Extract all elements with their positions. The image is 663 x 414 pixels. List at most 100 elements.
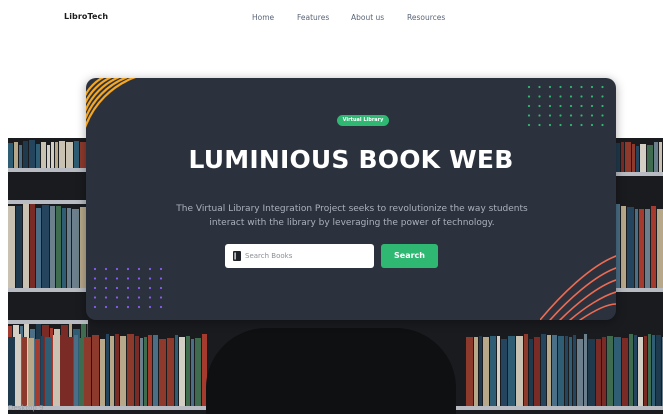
book-spine (647, 145, 653, 172)
decorative-dot (527, 85, 531, 89)
decorative-dot (137, 267, 141, 271)
book-spine (629, 334, 633, 406)
book-spine (92, 335, 99, 406)
book-spine (534, 337, 540, 406)
decorative-dot (548, 95, 552, 98)
book-spine (516, 336, 523, 406)
decorative-dot (93, 305, 97, 309)
decorative-dot (126, 267, 130, 271)
book-spine (42, 205, 49, 288)
decorative-dot (559, 104, 562, 108)
book-spine (127, 334, 134, 406)
decorative-dot (115, 305, 119, 309)
book-spine (607, 336, 613, 406)
book-spine (648, 334, 651, 406)
book-spine (558, 336, 564, 406)
brand-logo[interactable]: LibroTech (64, 12, 108, 21)
decorative-dot (559, 85, 562, 89)
decorative-dot (538, 104, 541, 108)
decorative-dot (548, 85, 552, 89)
book-spine (635, 209, 638, 288)
book-spine (639, 209, 644, 288)
book-spine (573, 335, 576, 406)
decorative-dot (115, 296, 119, 299)
nav-link-features[interactable]: Features (297, 13, 329, 22)
nav-link-home[interactable]: Home (252, 13, 274, 22)
book-spine (640, 144, 646, 172)
book-spine (577, 339, 583, 406)
book-spine (657, 209, 663, 288)
search-input[interactable] (245, 248, 367, 264)
book-spine (8, 337, 15, 406)
decorative-dot (148, 267, 152, 271)
decorative-dot (548, 114, 552, 117)
book-spine (56, 206, 61, 288)
book-spine (84, 337, 91, 406)
decorative-dot (580, 123, 583, 127)
decorative-dot (137, 296, 141, 299)
book-spine (622, 338, 628, 406)
book-spine (602, 337, 606, 406)
decorative-dot (148, 286, 152, 290)
book-spine (552, 335, 557, 406)
book-spine (36, 208, 41, 288)
book-spine (100, 339, 105, 406)
book-spine (19, 145, 22, 168)
decorative-dot (580, 85, 583, 89)
shelf (8, 320, 88, 324)
decorative-dot (115, 286, 119, 290)
virtual-library-badge: Virtual Library (337, 115, 389, 126)
decorative-dot (580, 95, 583, 98)
book-spine (483, 337, 489, 406)
book-spine (191, 339, 194, 406)
book-spine (179, 337, 185, 406)
green-dot-grid-decoration (527, 85, 604, 127)
decorative-dot (559, 114, 562, 117)
book-spine (159, 339, 166, 406)
book-spine (547, 335, 551, 406)
decorative-dot (148, 277, 152, 280)
book-spine (72, 209, 79, 288)
book-spine (565, 336, 568, 406)
decorative-dot (93, 277, 97, 280)
book-spine (644, 336, 647, 406)
book-spine (175, 335, 178, 406)
book-spine (596, 339, 601, 406)
decorative-dot (580, 114, 583, 117)
nav-link-about-us[interactable]: About us (351, 13, 384, 22)
orange-arcs-decoration (86, 78, 136, 128)
book-spine (625, 142, 631, 172)
book-spine (22, 337, 27, 406)
nav-link-resources[interactable]: Resources (407, 13, 445, 22)
decorative-dot (115, 277, 119, 280)
decorative-dot (590, 114, 594, 117)
decorative-dot (104, 277, 108, 280)
book-spine (16, 206, 22, 288)
decorative-dot (104, 286, 108, 290)
decorative-dot (104, 267, 108, 271)
book-spine (67, 208, 71, 288)
book-spine (8, 143, 13, 168)
decorative-dot (590, 85, 594, 89)
search-button[interactable]: Search (381, 244, 438, 268)
book-spine (36, 144, 40, 168)
book-spine (645, 209, 650, 288)
coral-arcs-decoration (540, 255, 616, 320)
book-spine (110, 336, 114, 406)
book-spine (529, 339, 533, 406)
book-spine (66, 337, 73, 406)
book-spine (50, 206, 55, 288)
decorative-dot (569, 114, 573, 117)
decorative-dot (159, 296, 163, 299)
shelf (8, 168, 88, 172)
book-spine (148, 335, 152, 406)
decorative-dot (548, 104, 552, 108)
search-box[interactable] (225, 244, 374, 268)
decorative-dot (601, 85, 604, 89)
decorative-dot (527, 95, 531, 98)
book-spine (115, 334, 119, 406)
book-spine (45, 337, 52, 406)
decorative-dot (93, 286, 97, 290)
decorative-dot (601, 104, 604, 108)
book-spine (51, 142, 54, 168)
